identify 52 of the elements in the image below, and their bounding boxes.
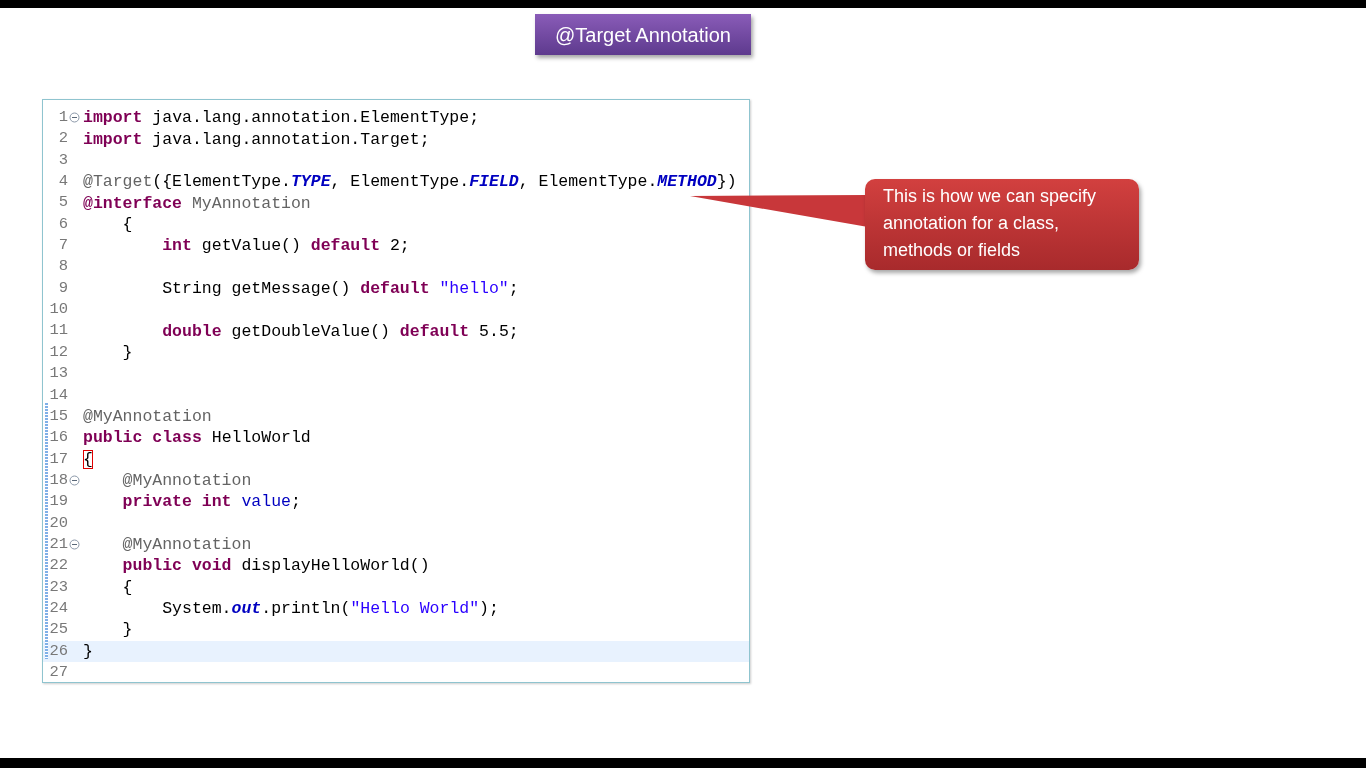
code-line: private int value; [121, 491, 301, 513]
line-number: 16 [49, 427, 68, 449]
code-line: import java.lang.annotation.Target; [83, 128, 430, 150]
collapse-icon[interactable] [69, 539, 80, 551]
line-number: 6 [58, 213, 68, 235]
code-line: @MyAnnotation [121, 470, 252, 491]
code-line: import java.lang.annotation.ElementType; [83, 107, 480, 129]
line-number: 27 [49, 662, 68, 683]
line-number: 26 [49, 640, 68, 662]
line-number: 11 [49, 320, 68, 342]
callout-note: This is how we can specify annotation for a class, methods or fields [865, 179, 1139, 270]
line-number: 13 [49, 363, 68, 385]
code-line: public void displayHelloWorld() [121, 555, 430, 577]
line-number: 10 [49, 299, 68, 321]
code-line: { [121, 576, 133, 598]
code-line: { [121, 213, 133, 235]
line-number: 5 [58, 192, 68, 214]
line-number: 9 [58, 277, 68, 299]
line-number: 20 [49, 512, 68, 534]
code-line: @MyAnnotation [83, 406, 212, 427]
code-line: String getMessage() default "hello"; [161, 277, 519, 299]
line-number: 25 [49, 619, 68, 641]
line-number: 3 [58, 149, 68, 171]
line-number: 17 [49, 448, 68, 470]
line-number: 8 [58, 256, 68, 278]
code-line: public class HelloWorld [83, 427, 311, 449]
code-line: } [121, 619, 133, 641]
code-line: @MyAnnotation [121, 534, 252, 556]
code-line: } [121, 341, 133, 363]
line-number: 19 [49, 491, 68, 513]
line-number: 22 [49, 555, 68, 577]
code-line: int getValue() default 2; [161, 235, 410, 257]
slide-title: @Target Annotation [535, 14, 751, 55]
code-line: System.out.println("Hello World"); [161, 598, 499, 620]
line-number: 21 [49, 533, 68, 555]
collapse-icon[interactable] [69, 475, 80, 486]
line-number: 15 [49, 405, 68, 427]
code-line: { [83, 448, 93, 470]
code-line: @Target({ElementType.TYPE, ElementType.FIELD, ElementType.METHOD}) [83, 171, 737, 193]
line-number: 2 [58, 128, 68, 150]
collapse-icon[interactable] [69, 112, 80, 124]
code-line: double getDoubleValue() default 5.5; [161, 320, 519, 342]
line-number: 4 [58, 171, 68, 193]
code-line: } [83, 640, 93, 662]
line-number: 12 [49, 341, 68, 363]
line-number: 14 [49, 384, 68, 406]
code-line: @interface MyAnnotation [83, 192, 311, 214]
line-number: 18 [49, 469, 68, 491]
line-number: 7 [58, 235, 68, 257]
line-number: 23 [49, 576, 68, 598]
line-number: 1 [58, 107, 68, 129]
line-number: 24 [49, 597, 68, 619]
